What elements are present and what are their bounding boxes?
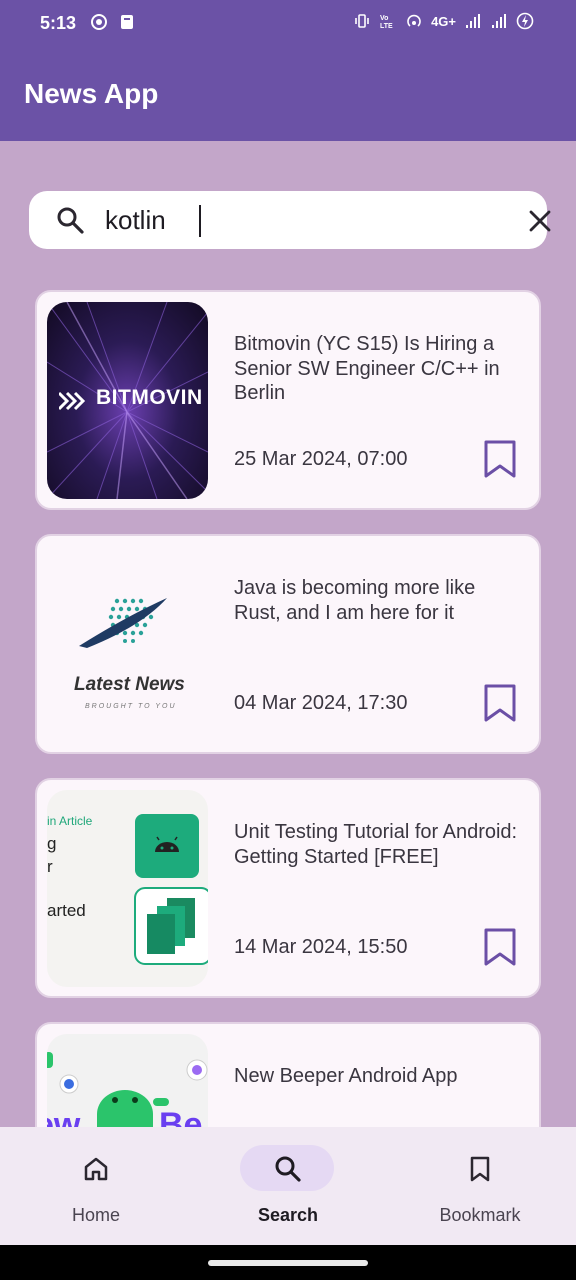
article-thumbnail: BITMOVIN — [47, 302, 208, 499]
bookmark-icon[interactable] — [483, 683, 517, 723]
thumbnail-logo-text: BITMOVIN — [96, 386, 203, 409]
article-card[interactable]: in Article g r arted Unit Testing Tutori… — [35, 778, 541, 998]
status-time: 5:13 — [40, 13, 77, 33]
article-card[interactable]: Latest News BROUGHT TO YOU Java is becom… — [35, 534, 541, 754]
nav-label: Search — [257, 1205, 319, 1225]
thumbnail-text: arted — [47, 901, 86, 920]
battery-charging-icon — [516, 12, 534, 30]
article-date: 25 Mar 2024, 07:00 — [234, 448, 408, 470]
bookmark-icon[interactable] — [483, 927, 517, 967]
vibrate-icon — [355, 14, 369, 28]
nav-item-search[interactable]: Search — [192, 1127, 384, 1245]
nav-label: Home — [71, 1205, 120, 1225]
status-right-icons: Vo LTE 4G+ — [353, 12, 534, 30]
article-card[interactable]: ew Be New Beeper Android App — [35, 1022, 541, 1127]
search-input[interactable] — [105, 201, 485, 239]
nav-label: Bookmark — [439, 1205, 521, 1225]
bookmark-icon — [470, 1156, 490, 1182]
stacked-cards-icon — [134, 887, 208, 965]
thumbnail-text: g — [47, 834, 57, 853]
thumbnail-text: r — [47, 857, 53, 876]
signal-2-icon — [492, 14, 506, 28]
app-notification-icon — [121, 15, 133, 29]
article-thumbnail: ew Be — [47, 1034, 208, 1127]
article-title: New Beeper Android App — [234, 1065, 458, 1087]
home-icon — [84, 1157, 108, 1181]
gesture-handle[interactable] — [208, 1260, 368, 1266]
svg-text:ew: ew — [47, 1106, 81, 1127]
svg-text:Vo: Vo — [380, 15, 388, 22]
nav-item-home[interactable]: Home — [0, 1127, 192, 1245]
article-date: 14 Mar 2024, 15:50 — [234, 936, 408, 958]
nav-item-bookmark[interactable]: Bookmark — [384, 1127, 576, 1245]
article-thumbnail: Latest News BROUGHT TO YOU — [47, 546, 208, 743]
globe-logo-icon — [79, 598, 167, 648]
status-left-icons — [90, 13, 136, 31]
status-bar: 5:13 Vo LTE 4G+ — [0, 0, 576, 48]
thumbnail-label: in Article — [47, 814, 93, 828]
android-icon — [135, 814, 199, 878]
svg-text:LTE: LTE — [380, 23, 393, 30]
network-type: 4G+ — [431, 13, 456, 29]
app-bar: News App — [0, 48, 576, 141]
close-icon[interactable] — [525, 206, 555, 236]
search-icon — [275, 1156, 301, 1182]
android-robot-image: ew Be — [47, 1052, 208, 1127]
article-title: Bitmovin (YC S15) Is Hiring a Senior SW … — [234, 333, 500, 404]
text-cursor — [199, 205, 201, 237]
thumbnail-tagline: BROUGHT TO YOU — [85, 703, 177, 710]
bitmovin-logo-icon — [59, 391, 86, 411]
article-card[interactable]: BITMOVIN Bitmovin (YC S15) Is Hiring a S… — [35, 290, 541, 510]
page-title: News App — [24, 78, 159, 109]
svg-text:Be: Be — [159, 1106, 202, 1127]
article-title: Unit Testing Tutorial for Android: Getti… — [234, 821, 518, 868]
notification-icon — [91, 14, 107, 30]
system-navigation-bar — [0, 1245, 576, 1280]
article-date: 04 Mar 2024, 17:30 — [234, 692, 408, 714]
bookmark-icon[interactable] — [483, 439, 517, 479]
volte-icon: VoLTE — [380, 15, 393, 30]
signal-icon — [466, 14, 480, 28]
article-thumbnail: in Article g r arted — [47, 790, 208, 987]
search-bar[interactable] — [29, 191, 551, 249]
hotspot-icon — [407, 14, 421, 27]
bottom-navigation: Home Search Bookmark — [0, 1127, 576, 1245]
article-title: Java is becoming more like Rust, and I a… — [234, 577, 476, 624]
search-icon — [57, 207, 84, 234]
article-list[interactable]: BITMOVIN Bitmovin (YC S15) Is Hiring a S… — [0, 141, 576, 1127]
thumbnail-logo-text: Latest News — [74, 674, 185, 695]
